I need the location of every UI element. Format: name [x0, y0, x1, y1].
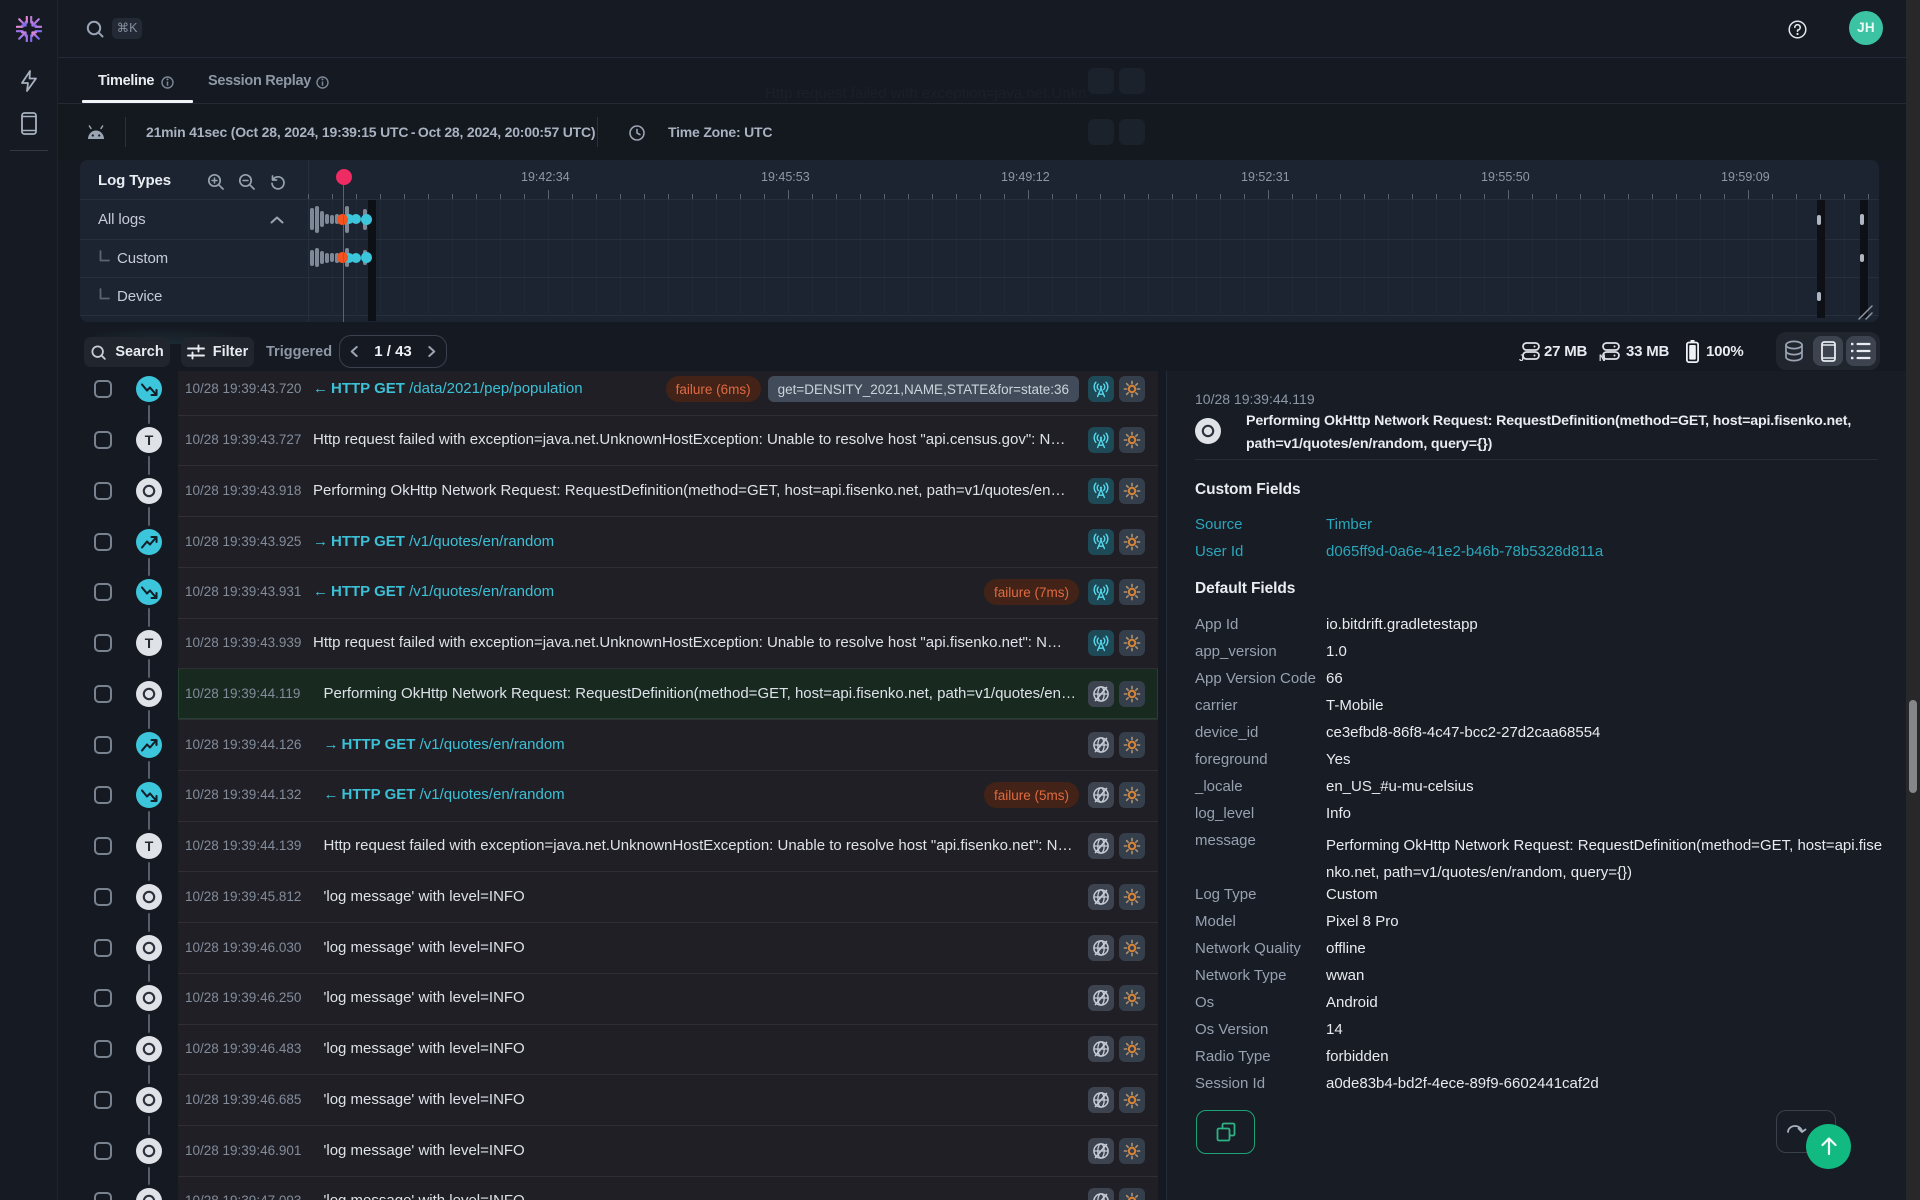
svg-text:J: J	[1519, 353, 1524, 362]
svg-text:N: N	[1599, 353, 1606, 362]
